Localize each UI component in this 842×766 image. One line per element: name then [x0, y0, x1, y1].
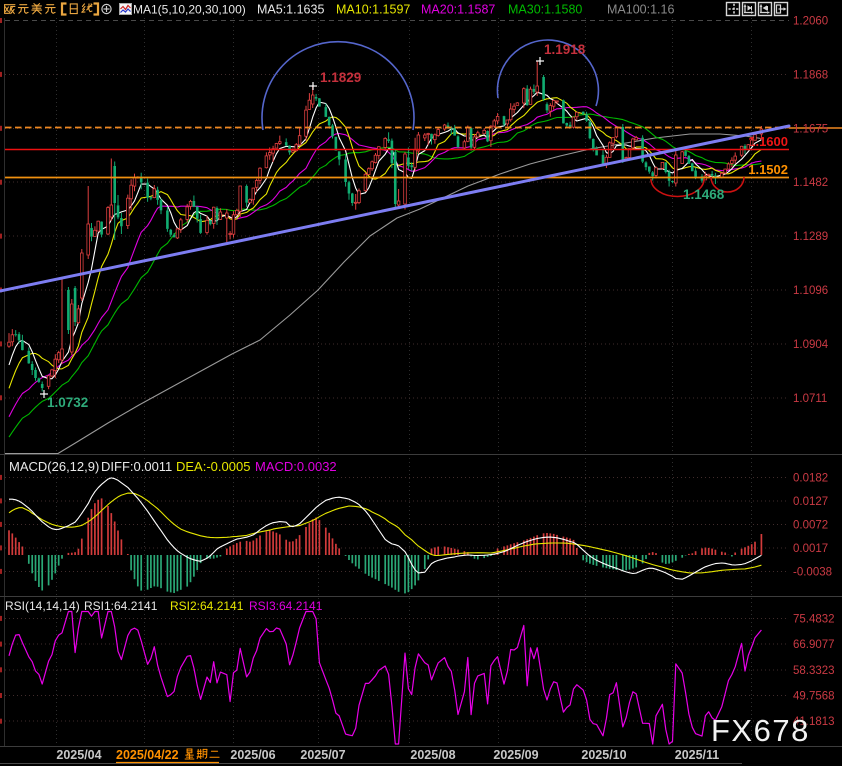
svg-text:1.1502: 1.1502: [748, 162, 788, 177]
svg-text:66.9077: 66.9077: [793, 639, 835, 651]
svg-text:0.0127: 0.0127: [793, 496, 828, 508]
svg-text:DIFF:0.0011: DIFF:0.0011: [101, 459, 172, 474]
svg-text:RSI2:64.2141: RSI2:64.2141: [170, 599, 244, 613]
svg-text:0.0017: 0.0017: [793, 543, 828, 555]
svg-text:FX678: FX678: [711, 713, 810, 748]
svg-text:MA100:1.16: MA100:1.16: [607, 3, 674, 17]
svg-text:2025/06: 2025/06: [230, 748, 275, 762]
svg-text:1.0732: 1.0732: [47, 395, 88, 410]
svg-text:MACD:0.0032: MACD:0.0032: [255, 459, 337, 474]
svg-text:1.1918: 1.1918: [544, 42, 586, 57]
svg-text:RSI1:64.2141: RSI1:64.2141: [84, 599, 158, 613]
svg-text:2025/04/22: 2025/04/22: [116, 748, 179, 762]
svg-text:RSI(14,14,14): RSI(14,14,14): [5, 599, 80, 613]
svg-text:58.3323: 58.3323: [793, 665, 835, 677]
svg-text:1.0711: 1.0711: [793, 393, 827, 405]
svg-text:75.4832: 75.4832: [793, 613, 835, 625]
svg-text:0.0182: 0.0182: [793, 472, 828, 484]
svg-text:1.1468: 1.1468: [683, 187, 725, 202]
svg-text:MACD(26,12,9): MACD(26,12,9): [9, 459, 99, 474]
svg-text:2025/09: 2025/09: [493, 748, 538, 762]
svg-text:2025/08: 2025/08: [410, 748, 455, 762]
svg-text:MA20:1.1587: MA20:1.1587: [421, 3, 495, 17]
svg-text:MA1(5,10,20,30,100): MA1(5,10,20,30,100): [133, 3, 246, 17]
svg-text:1.1829: 1.1829: [320, 70, 361, 85]
svg-text:1.1868: 1.1868: [793, 69, 828, 81]
svg-text:2025/07: 2025/07: [300, 748, 345, 762]
svg-text:1.1289: 1.1289: [793, 231, 828, 243]
svg-text:DEA:-0.0005: DEA:-0.0005: [176, 459, 250, 474]
svg-text:-0.0038: -0.0038: [793, 566, 832, 578]
svg-text:1.2060: 1.2060: [793, 16, 828, 28]
svg-text:2025/04: 2025/04: [56, 748, 101, 762]
svg-text:MA10:1.1597: MA10:1.1597: [336, 3, 410, 17]
svg-text:1.1096: 1.1096: [793, 285, 828, 297]
svg-text:1.0904: 1.0904: [793, 339, 829, 351]
svg-text:1.1482: 1.1482: [793, 177, 828, 189]
svg-text:MA30:1.1580: MA30:1.1580: [508, 3, 582, 17]
svg-text:0.0072: 0.0072: [793, 519, 828, 531]
svg-text:2025/11: 2025/11: [675, 748, 720, 762]
svg-text:2025/10: 2025/10: [581, 748, 626, 762]
svg-text:49.7568: 49.7568: [793, 691, 835, 703]
svg-text:RSI3:64.2141: RSI3:64.2141: [249, 599, 323, 613]
svg-text:MA5:1.1635: MA5:1.1635: [257, 3, 324, 17]
svg-text:1.1675: 1.1675: [793, 123, 828, 135]
